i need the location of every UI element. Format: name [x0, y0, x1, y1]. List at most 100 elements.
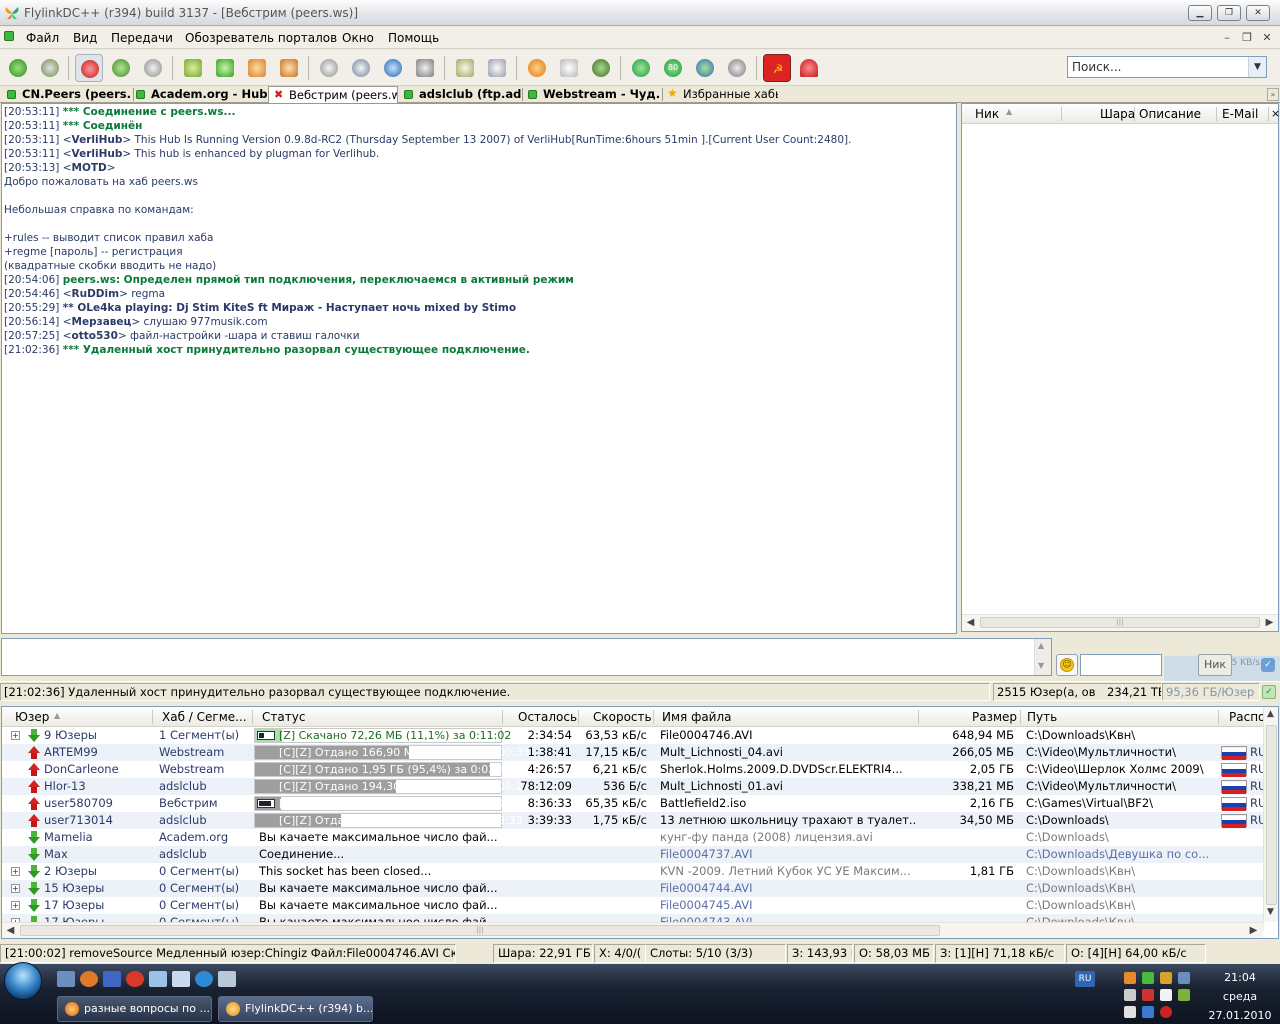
close-icon[interactable]: ✖: [274, 87, 283, 101]
finished-downloads-button[interactable]: [211, 54, 239, 82]
transfer-user[interactable]: DonCarleone: [44, 762, 150, 777]
chat-log[interactable]: [20:53:11] *** Соединение с peers.ws...[…: [1, 103, 957, 634]
column-filename[interactable]: Имя файла: [662, 710, 732, 724]
scroll-down-icon[interactable]: ▼: [1038, 661, 1044, 670]
mdi-minimize-button[interactable]: –: [1219, 30, 1235, 46]
transfers-hscrollbar[interactable]: ◀ ||| ▶: [2, 922, 1263, 938]
transfer-user[interactable]: Max: [44, 847, 150, 862]
check-tray-icon[interactable]: [1142, 972, 1154, 984]
transfer-filename[interactable]: File0004746.AVI: [660, 728, 916, 743]
transfer-user[interactable]: Hlor-13: [44, 779, 150, 794]
transfer-filename[interactable]: KVN -2009. Летний Кубок УС УЕ Максим...: [660, 864, 916, 879]
scroll-thumb[interactable]: [1266, 725, 1277, 905]
transfer-path[interactable]: C:\Downloads\Квн\: [1026, 898, 1218, 913]
tab-scroll-button[interactable]: »: [1267, 88, 1279, 101]
scroll-left-icon[interactable]: ◀: [962, 615, 979, 631]
title-bar[interactable]: FlylinkDC++ (r394) build 3137 - [Вебстри…: [0, 0, 1280, 26]
transfers-vscrollbar[interactable]: ▲ ▼: [1263, 707, 1278, 922]
chat-nick[interactable]: VerliHub: [72, 134, 123, 146]
away-button[interactable]: [587, 54, 615, 82]
tab-academ[interactable]: Academ.org - Hub...: [131, 86, 267, 103]
transfer-path[interactable]: C:\Downloads\Девушка по со...: [1026, 847, 1218, 862]
menu-file[interactable]: Файл: [26, 31, 59, 45]
user-filter-input[interactable]: [1080, 654, 1162, 676]
menu-view[interactable]: Вид: [73, 31, 97, 45]
expand-toggle[interactable]: +: [11, 901, 20, 910]
chat-nick[interactable]: MOTD: [72, 162, 107, 174]
chat-nick[interactable]: otto530: [72, 330, 118, 342]
transfer-filename[interactable]: 13 летнюю школьницу трахают в туалет...: [660, 813, 916, 828]
message-input[interactable]: ▲ ▼: [1, 638, 1052, 676]
transfer-user[interactable]: ARTEM99: [44, 745, 150, 760]
transfer-user[interactable]: 15 Юзеры: [44, 881, 150, 896]
expand-toggle[interactable]: +: [11, 731, 20, 740]
transfers-panel[interactable]: Юзер ▲ Хаб / Сегме... Статус Осталось Ск…: [1, 706, 1279, 939]
expand-toggle[interactable]: +: [11, 884, 20, 893]
expand-toggle[interactable]: +: [11, 867, 20, 876]
transfer-user[interactable]: 17 Юзеры: [44, 898, 150, 913]
key-tray-icon[interactable]: [1160, 972, 1172, 984]
column-size[interactable]: Размер: [972, 710, 1017, 724]
column-share[interactable]: Шара: [1100, 107, 1135, 121]
start-button[interactable]: [4, 962, 42, 1000]
settings-button[interactable]: [555, 54, 583, 82]
column-hub[interactable]: Хаб / Сегме...: [162, 710, 247, 724]
transfer-path[interactable]: C:\Games\Virtual\BF2\: [1026, 796, 1218, 811]
transfer-filename[interactable]: Mult_Lichnosti_04.avi: [660, 745, 916, 760]
network-tray-icon[interactable]: [1142, 1006, 1154, 1018]
menu-portal-browser[interactable]: Обозреватель порталов: [185, 31, 337, 45]
scroll-right-icon[interactable]: ▶: [1261, 615, 1278, 631]
scroll-right-icon[interactable]: ▶: [1245, 923, 1262, 938]
mdi-restore-button[interactable]: ❐: [1239, 30, 1255, 46]
scroll-thumb[interactable]: |||: [20, 925, 940, 936]
pen-tray-icon[interactable]: [1178, 989, 1190, 1001]
close-window-button[interactable]: ✕: [1246, 5, 1270, 21]
transfer-path[interactable]: C:\Downloads\Квн\: [1026, 728, 1218, 743]
notepad-button[interactable]: [483, 54, 511, 82]
scroll-thumb[interactable]: |||: [980, 617, 1260, 628]
download-queue-button[interactable]: [179, 54, 207, 82]
settings-app-icon[interactable]: [80, 971, 98, 987]
transfer-filename[interactable]: Sherlok.Holms.2009.D.DVDScr.ELEKTRI4...: [660, 762, 916, 777]
mdi-close-button[interactable]: ✕: [1259, 30, 1275, 46]
column-status[interactable]: Статус: [262, 710, 305, 724]
follow-redirect-button[interactable]: [36, 54, 64, 82]
reconnect-button[interactable]: [4, 54, 32, 82]
favorite-users-button[interactable]: [107, 54, 135, 82]
transfer-path[interactable]: C:\Video\Мультличности\: [1026, 745, 1218, 760]
transfer-path[interactable]: C:\Video\Мультличности\: [1026, 779, 1218, 794]
flylink-tray-icon[interactable]: [1124, 972, 1136, 984]
search-input[interactable]: Поиск...: [1072, 60, 1121, 74]
transfer-row[interactable]: ARTEM99 Webstream [C][Z] Отдано 166,90 МБ …: [2, 744, 1266, 761]
transfer-user[interactable]: user580709: [44, 796, 150, 811]
adl-search-button[interactable]: [347, 54, 375, 82]
transfer-path[interactable]: C:\Downloads\: [1026, 830, 1218, 845]
volume-tray-icon[interactable]: [1124, 1006, 1136, 1018]
column-email[interactable]: E-Mail: [1222, 107, 1258, 121]
tab-webstrim[interactable]: ✖Вебстрим (peers.ws): [268, 86, 398, 103]
language-indicator[interactable]: RU: [1075, 971, 1095, 987]
transfer-row[interactable]: Mamelia Academ.org Вы качаете максимальное…: [2, 829, 1264, 846]
transfer-row[interactable]: +9 Юзеры 1 Сегмент(ы) [Z] Скачано 72,26 МБ…: [2, 727, 1264, 744]
tab-adslclub[interactable]: adslclub (ftp.ad...: [399, 86, 521, 103]
chat-nick[interactable]: Мерзавец: [72, 316, 132, 328]
antivirus-tray-icon[interactable]: [1160, 1006, 1172, 1018]
transfer-row[interactable]: Max adslclub Соединение... File0004737.AVI C…: [2, 846, 1264, 863]
transfer-row[interactable]: DonCarleone Webstream [C][Z] Отдано 1,95 Г…: [2, 761, 1266, 778]
chevron-down-icon[interactable]: ▼: [1248, 57, 1266, 77]
tab-webstream[interactable]: Webstream - Чуд...: [523, 86, 661, 103]
utility-icon[interactable]: [172, 971, 190, 987]
column-location[interactable]: Распо: [1229, 710, 1265, 724]
transfer-filename[interactable]: File0004737.AVI: [660, 847, 916, 862]
public-hubs-button[interactable]: [75, 54, 103, 82]
ie-icon[interactable]: [195, 971, 213, 987]
monitor-tray-icon[interactable]: [1178, 972, 1190, 984]
plane-tray-icon[interactable]: [1160, 989, 1172, 1001]
column-description[interactable]: Описание: [1139, 107, 1201, 121]
restore-button[interactable]: ❐: [1217, 5, 1241, 21]
file-list-button[interactable]: [411, 54, 439, 82]
transfer-user[interactable]: user713014: [44, 813, 150, 828]
column-nick[interactable]: Ник: [975, 107, 999, 121]
transfer-path[interactable]: C:\Downloads\: [1026, 813, 1218, 828]
transfer-filename[interactable]: File0004744.AVI: [660, 881, 916, 896]
